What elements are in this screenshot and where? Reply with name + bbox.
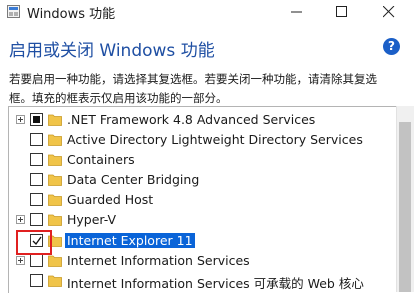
scrollbar-thumb[interactable] [399,122,411,292]
folder-icon [48,255,62,267]
close-button[interactable] [369,0,409,24]
feature-row[interactable]: Containers [9,150,395,170]
folder-icon [48,134,62,146]
expand-icon[interactable] [16,256,25,265]
highlight-box [16,230,52,255]
feature-row[interactable]: Guarded Host [9,190,395,210]
feature-label: Guarded Host [67,192,154,207]
folder-icon [48,114,62,126]
folder-icon [48,194,62,206]
maximize-button[interactable] [322,0,362,24]
feature-label: Internet Information Services 可承载的 Web 核… [67,276,364,291]
folder-icon [48,174,62,186]
feature-row[interactable]: Data Center Bridging [9,170,395,190]
folder-icon [48,275,62,287]
feature-label: Data Center Bridging [67,172,200,187]
folder-icon [48,214,62,226]
feature-row[interactable]: Active Directory Lightweight Directory S… [9,130,395,150]
maximize-icon [336,6,347,17]
close-icon [383,6,395,18]
page-title: 启用或关闭 Windows 功能 [9,41,215,61]
feature-label: Containers [67,152,135,167]
help-icon[interactable]: ? [383,38,400,55]
description: 若要启用一种功能，请选择其复选框。若要关闭一种功能，请清除其复选 框。填充的框表… [9,70,409,108]
folder-icon [48,154,62,166]
minimize-button[interactable] [277,0,317,24]
feature-checkbox[interactable] [30,213,43,226]
feature-checkbox[interactable] [30,153,43,166]
feature-label: Hyper-V [67,212,117,227]
title-bar: Windows 功能 [0,0,414,24]
expand-icon[interactable] [16,215,25,224]
feature-row[interactable]: Hyper-V [9,210,395,230]
feature-row[interactable]: Internet Information Services [9,251,395,271]
feature-checkbox[interactable] [30,254,43,267]
feature-row[interactable]: Internet Information Services 可承载的 Web 核… [9,271,395,291]
feature-label: Internet Explorer 11 [65,233,195,248]
minimize-icon [291,11,302,13]
feature-checkbox[interactable] [30,274,43,287]
app-icon [7,5,20,18]
feature-row[interactable]: Internet Explorer 11 [9,231,395,251]
expand-icon[interactable] [16,115,25,124]
feature-checkbox[interactable] [30,193,43,206]
feature-checkbox[interactable] [30,173,43,186]
feature-label: Active Directory Lightweight Directory S… [67,132,363,147]
feature-label: Internet Information Services [67,253,250,268]
feature-label: .NET Framework 4.8 Advanced Services [67,112,316,127]
feature-checkbox[interactable] [30,133,43,146]
description-line-1: 若要启用一种功能，请选择其复选框。若要关闭一种功能，请清除其复选 [9,72,377,86]
feature-checkbox[interactable] [30,113,43,126]
feature-row[interactable]: .NET Framework 4.8 Advanced Services [9,110,395,130]
window-title: Windows 功能 [27,7,116,22]
